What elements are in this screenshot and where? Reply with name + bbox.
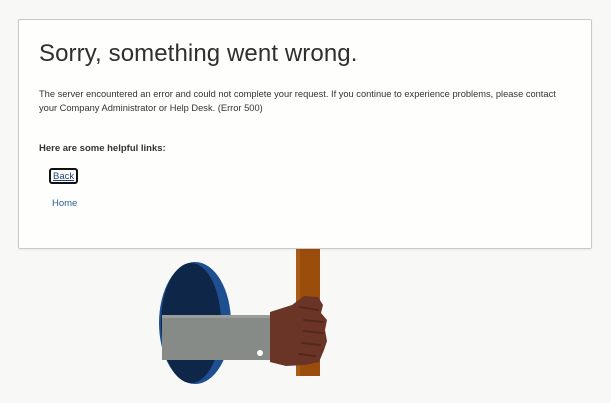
error-card: Sorry, something went wrong. The server … (18, 19, 592, 249)
cuff-button (257, 350, 263, 356)
sleeve (162, 315, 270, 360)
error-message: The server encountered an error and coul… (39, 89, 556, 113)
back-link[interactable]: Back (49, 168, 79, 184)
home-link[interactable]: Home (52, 198, 77, 209)
page-title: Sorry, something went wrong. (39, 40, 358, 67)
helpful-links-heading: Here are some helpful links: (39, 143, 166, 154)
error-page: Sorry, something went wrong. The server … (0, 0, 611, 403)
hand (270, 296, 327, 366)
